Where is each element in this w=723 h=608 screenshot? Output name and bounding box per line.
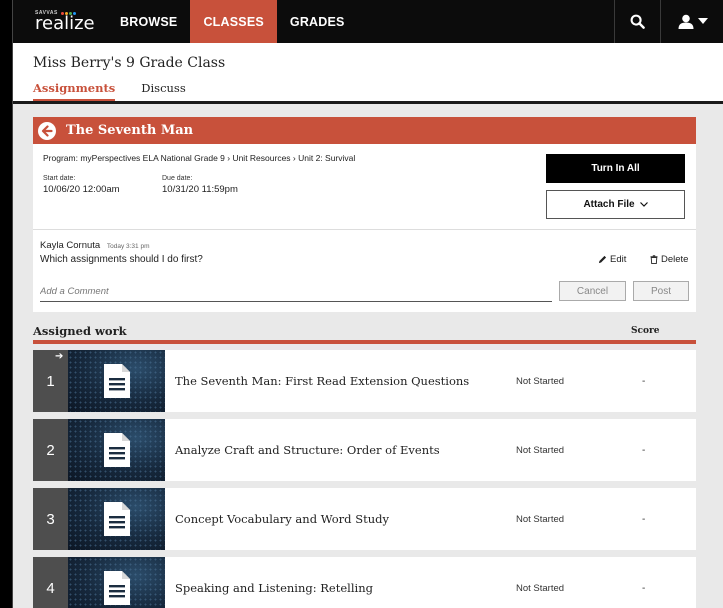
cancel-button[interactable]: Cancel: [559, 281, 626, 301]
class-title: Miss Berry's 9 Grade Class: [33, 55, 226, 71]
delete-comment-button[interactable]: Delete: [650, 254, 688, 265]
pencil-icon: [598, 255, 607, 264]
search-icon: [630, 14, 645, 29]
back-button[interactable]: [38, 121, 56, 140]
start-date-label: Start date:: [43, 175, 76, 182]
trash-icon: [650, 255, 658, 264]
class-header: Miss Berry's 9 Grade Class Assignments D…: [13, 43, 723, 104]
due-date-value: 10/31/20 11:59pm: [162, 184, 238, 195]
document-icon: [104, 571, 130, 605]
logo-word: realize: [35, 13, 95, 34]
row-score: -: [642, 582, 646, 594]
tab-assignments[interactable]: Assignments: [33, 81, 116, 101]
delete-label: Delete: [661, 254, 689, 265]
attach-file-button[interactable]: Attach File: [546, 190, 685, 219]
document-icon: [104, 502, 130, 536]
row-thumbnail: [68, 557, 165, 608]
top-navigation: SAVVAS realize BROWSE CLASSES GRADES: [13, 0, 723, 43]
row-number: 1 ➔: [33, 350, 68, 412]
start-date-value: 10/06/20 12:00am: [43, 184, 120, 195]
nav-classes[interactable]: CLASSES: [190, 0, 277, 43]
comment-author: Kayla Cornuta: [40, 240, 101, 251]
attach-file-label: Attach File: [583, 199, 635, 210]
assignment-titlebar: The Seventh Man: [33, 117, 696, 144]
chevron-down-icon: [639, 202, 648, 207]
tab-discuss[interactable]: Discuss: [141, 81, 185, 101]
assignment-title: The Seventh Man: [66, 123, 194, 138]
search-button[interactable]: [614, 0, 660, 43]
add-comment-input[interactable]: [40, 282, 552, 302]
row-score: -: [642, 513, 646, 525]
assigned-work-list: 1 ➔ The Seventh Man: First Read Extensio…: [33, 350, 696, 608]
row-number: 4: [33, 557, 68, 608]
add-comment-row: Cancel Post: [33, 276, 696, 312]
row-thumbnail: [68, 488, 165, 550]
row-thumbnail: [68, 419, 165, 481]
row-status: Not Started: [516, 513, 565, 525]
row-thumbnail: [68, 350, 165, 412]
row-status: Not Started: [516, 444, 565, 456]
turn-in-all-button[interactable]: Turn In All: [546, 154, 685, 183]
content-area: The Seventh Man Program: myPerspectives …: [13, 104, 723, 608]
document-icon: [104, 364, 130, 398]
row-title[interactable]: Analyze Craft and Structure: Order of Ev…: [175, 419, 495, 481]
assignment-row[interactable]: 2 Analyze Craft and Structure: Order of …: [33, 419, 696, 481]
nav-grades[interactable]: GRADES: [277, 0, 358, 43]
row-title[interactable]: The Seventh Man: First Read Extension Qu…: [175, 350, 495, 412]
comment-time: Today 3:31 pm: [106, 243, 150, 250]
row-score: -: [642, 375, 646, 387]
assignment-panel: The Seventh Man Program: myPerspectives …: [33, 117, 696, 312]
row-score: -: [642, 444, 646, 456]
app-frame: SAVVAS realize BROWSE CLASSES GRADES Mis…: [12, 0, 723, 608]
due-date-label: Due date:: [162, 175, 193, 182]
comment-text: Which assignments should I do first?: [40, 254, 203, 265]
score-column-header: Score: [631, 326, 660, 336]
row-title[interactable]: Speaking and Listening: Retelling: [175, 557, 495, 608]
edit-label: Edit: [610, 254, 627, 265]
back-arrow-icon: [41, 124, 53, 137]
assignment-row[interactable]: 4 Speaking and Listening: Retelling Not …: [33, 557, 696, 608]
program-breadcrumb: Program: myPerspectives ELA National Gra…: [43, 153, 356, 163]
class-tabs: Assignments Discuss: [33, 81, 186, 101]
assigned-work-title: Assigned work: [33, 324, 127, 338]
row-number: 2: [33, 419, 68, 481]
user-menu-button[interactable]: [660, 0, 723, 43]
assignment-info: Program: myPerspectives ELA National Gra…: [33, 144, 696, 230]
row-status: Not Started: [516, 375, 565, 387]
row-title[interactable]: Concept Vocabulary and Word Study: [175, 488, 495, 550]
document-icon: [104, 433, 130, 467]
user-icon: [678, 14, 694, 29]
nav-browse[interactable]: BROWSE: [107, 0, 190, 43]
assignment-row[interactable]: 1 ➔ The Seventh Man: First Read Extensio…: [33, 350, 696, 412]
post-button[interactable]: Post: [633, 281, 689, 301]
assignment-row[interactable]: 3 Concept Vocabulary and Word Study Not …: [33, 488, 696, 550]
row-status: Not Started: [516, 582, 565, 594]
edit-comment-button[interactable]: Edit: [598, 254, 626, 265]
row-number: 3: [33, 488, 68, 550]
arrow-right-icon: ➔: [55, 351, 64, 362]
assigned-work-header: Assigned work Score: [33, 317, 696, 344]
comment-item: Kayla Cornuta Today 3:31 pm Which assign…: [33, 230, 696, 276]
realize-logo[interactable]: SAVVAS realize: [13, 0, 107, 43]
chevron-down-icon: [698, 18, 708, 24]
